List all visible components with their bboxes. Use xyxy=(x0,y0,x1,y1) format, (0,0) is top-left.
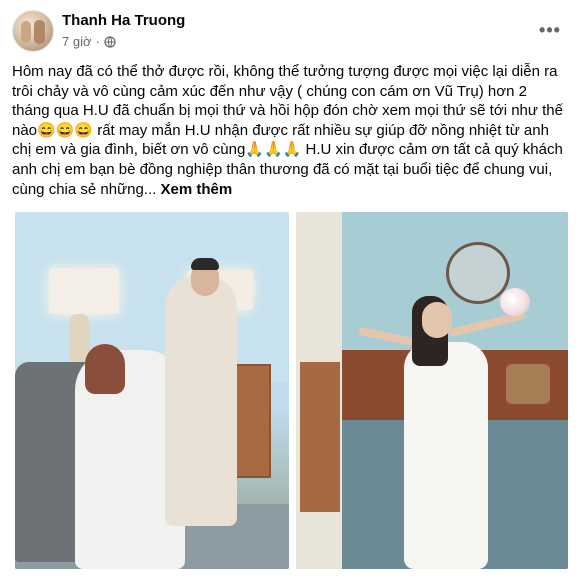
photo-left[interactable] xyxy=(15,212,289,569)
facebook-post-card: Thanh Ha Truong 7 giờ · ••• Hôm nay đã c… xyxy=(0,0,580,581)
avatar[interactable] xyxy=(12,10,54,52)
see-more-link[interactable]: Xem thêm xyxy=(160,181,232,198)
globe-icon[interactable] xyxy=(104,35,116,48)
post-body: Hôm nay đã có thể thở được rồi, không th… xyxy=(12,63,563,198)
post-header: Thanh Ha Truong 7 giờ · ••• xyxy=(12,10,568,54)
avatar-photo-figure xyxy=(21,21,31,43)
post-meta: 7 giờ · xyxy=(62,34,116,49)
post-time[interactable]: 7 giờ xyxy=(62,34,92,49)
photo-right[interactable] xyxy=(296,212,568,569)
author-name[interactable]: Thanh Ha Truong xyxy=(62,12,185,29)
post-text: Hôm nay đã có thể thở được rồi, không th… xyxy=(12,62,568,199)
photo-grid xyxy=(15,212,568,569)
avatar-photo-figure xyxy=(34,20,45,44)
meta-separator: · xyxy=(95,34,100,49)
more-options-button[interactable]: ••• xyxy=(536,16,564,44)
